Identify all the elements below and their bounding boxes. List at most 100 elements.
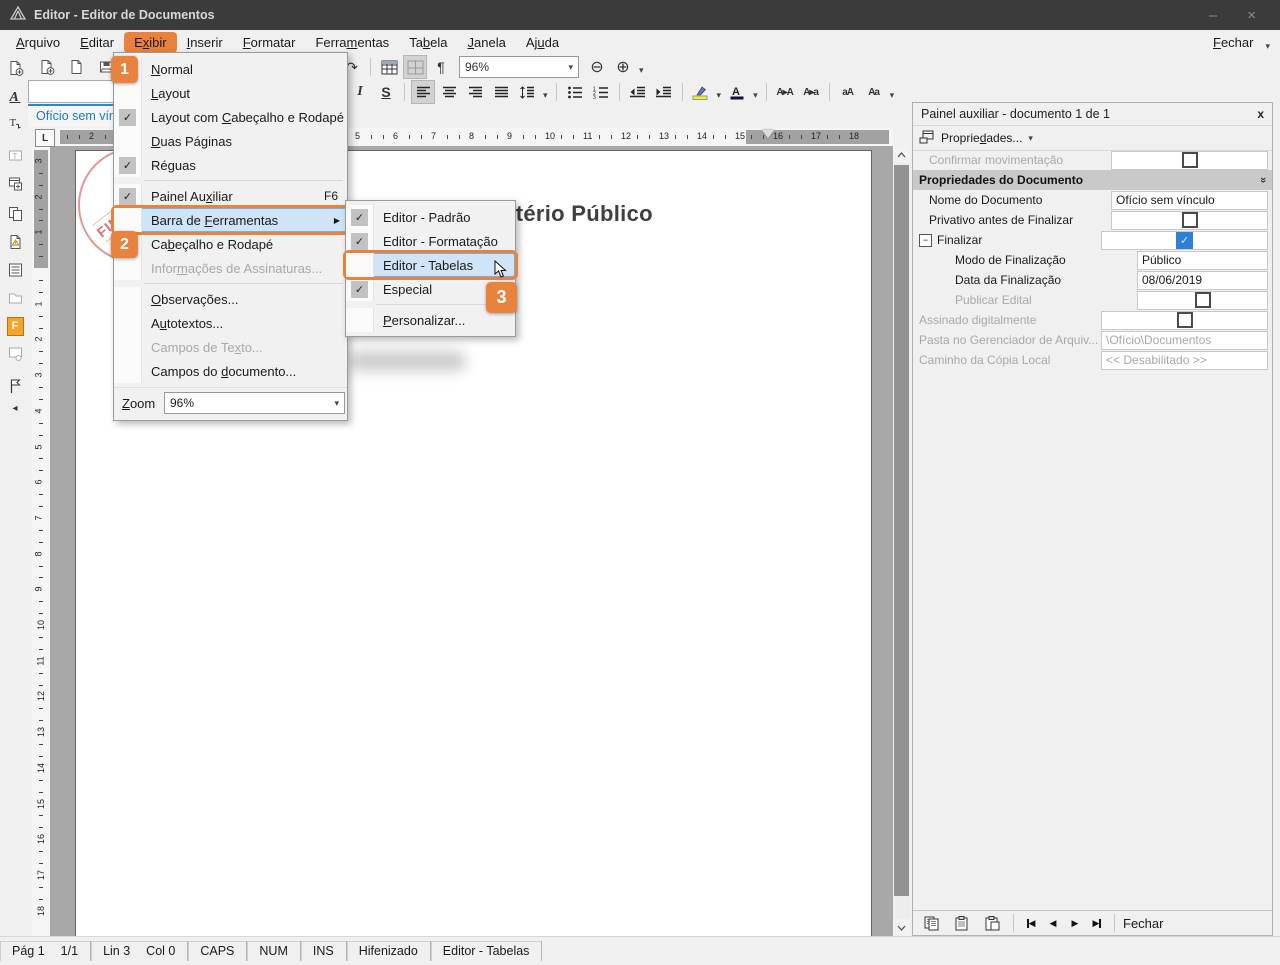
- toggle-case-button[interactable]: aA: [836, 80, 860, 104]
- chevron-down-icon[interactable]: ▾: [751, 90, 760, 101]
- menu-item-autotextos[interactable]: Autotextos...: [114, 311, 347, 335]
- property-value-cell[interactable]: [1101, 311, 1268, 330]
- hyphenation-indicator[interactable]: Hifenizado: [347, 941, 431, 961]
- property-value-cell[interactable]: [1111, 211, 1268, 230]
- property-value-cell[interactable]: \Ofício\Documentos: [1101, 331, 1268, 350]
- menu-item-reguas[interactable]: ✓Réguas: [114, 153, 347, 177]
- active-toolbar-indicator[interactable]: Editor - Tabelas: [431, 941, 543, 961]
- ruler-indent-marker[interactable]: [762, 130, 774, 138]
- formatting-marks-button[interactable]: ¶: [429, 55, 453, 79]
- num-indicator[interactable]: NUM: [247, 941, 300, 961]
- menu-formatar[interactable]: Formatar: [233, 32, 306, 53]
- lowercase-button[interactable]: A▸a: [799, 80, 823, 104]
- menu-item-cabecalho-e-rodape[interactable]: Cabeçalho e Rodapé: [114, 232, 347, 256]
- font-color-button[interactable]: A: [725, 80, 749, 104]
- menu-arquivo[interactable]: Arquivo: [6, 32, 70, 53]
- menu-item-informacoes-de-assinaturas[interactable]: Informações de Assinaturas...: [114, 256, 347, 280]
- close-button[interactable]: ×: [1247, 7, 1256, 24]
- chevron-down-icon[interactable]: ▾: [568, 62, 573, 73]
- menu-item-barra-de-ferramentas[interactable]: Barra de Ferramentas▶: [114, 208, 347, 232]
- insert-table-button[interactable]: [377, 55, 401, 79]
- menu-tabela[interactable]: Tabela: [399, 32, 457, 53]
- vertical-scrollbar[interactable]: [893, 146, 910, 936]
- paste-icon[interactable]: [949, 910, 975, 936]
- line-col-indicator[interactable]: Lin 3Col 0: [91, 941, 188, 961]
- menu-inserir[interactable]: Inserir: [177, 32, 233, 53]
- slide-disabled-icon[interactable]: T: [2, 143, 28, 169]
- property-value-cell[interactable]: [1137, 291, 1268, 310]
- fonts-icon[interactable]: A: [2, 83, 28, 109]
- align-left-button[interactable]: [411, 80, 435, 104]
- toolbar-overflow-icon[interactable]: ▾: [637, 65, 646, 76]
- scrollbar-thumb[interactable]: [894, 165, 909, 896]
- property-value-cell[interactable]: Público: [1137, 251, 1268, 270]
- checkbox-empty[interactable]: [1177, 312, 1193, 328]
- collapse-expander-icon[interactable]: −: [919, 234, 932, 247]
- section-chevron-icon[interactable]: »: [1257, 177, 1269, 183]
- text-select-icon[interactable]: T: [2, 111, 28, 137]
- zoom-in-button[interactable]: ⊕: [611, 55, 635, 79]
- menu-item-duas-paginas[interactable]: Duas Páginas: [114, 129, 347, 153]
- menu-item-normal[interactable]: Normal: [114, 57, 347, 81]
- toolbar-overflow-icon[interactable]: ▾: [1265, 41, 1270, 52]
- menu-ferramentas[interactable]: Ferramentas: [305, 32, 399, 53]
- zoom-combobox[interactable]: 96%▾: [164, 392, 345, 414]
- menu-item-campos-do-documento[interactable]: Campos do documento...: [114, 359, 347, 383]
- increase-indent-button[interactable]: [652, 80, 676, 104]
- chevron-down-icon[interactable]: ▾: [541, 90, 550, 101]
- folder-disabled-icon[interactable]: [2, 285, 28, 311]
- menu-item-campos-de-texto[interactable]: Campos de Texto...: [114, 335, 347, 359]
- property-value-cell[interactable]: << Desabilitado >>: [1101, 351, 1268, 370]
- document-warning-icon[interactable]: [2, 229, 28, 255]
- chevron-down-icon[interactable]: ▾: [715, 90, 724, 101]
- panel-fechar-button[interactable]: Fechar: [1123, 916, 1163, 931]
- property-value-cell[interactable]: 08/06/2019: [1137, 271, 1268, 290]
- justify-button[interactable]: [489, 80, 513, 104]
- align-center-button[interactable]: [437, 80, 461, 104]
- scroll-up-icon[interactable]: [893, 146, 910, 163]
- new-window-icon[interactable]: [2, 171, 28, 197]
- menu-editar[interactable]: Editar: [70, 32, 124, 53]
- panel-close-button[interactable]: x: [1257, 107, 1264, 121]
- property-value-cell[interactable]: ✓: [1101, 231, 1268, 250]
- menu-item-painel-auxiliar[interactable]: ✓Painel AuxiliarF6: [114, 184, 347, 208]
- menu-janela[interactable]: Janela: [458, 32, 516, 53]
- collapse-panel-icon[interactable]: ◂: [2, 401, 28, 415]
- page-indicator[interactable]: Pág 11/1: [0, 941, 91, 961]
- export-plus-document-icon[interactable]: [2, 55, 28, 81]
- toolbar-overflow-icon[interactable]: ▾: [888, 90, 897, 101]
- submenu-item-editor-padrao[interactable]: ✓Editor - Padrão: [346, 205, 515, 229]
- highlight-color-button[interactable]: [689, 80, 713, 104]
- finalize-document-icon[interactable]: F: [2, 313, 28, 339]
- submenu-item-editor-tabelas[interactable]: Editor - Tabelas: [346, 253, 515, 277]
- caps-indicator[interactable]: CAPS: [188, 941, 247, 961]
- swap-case-button[interactable]: Aa: [862, 80, 886, 104]
- checkbox-empty[interactable]: [1195, 292, 1211, 308]
- menu-exibir[interactable]: Exibir: [124, 32, 177, 53]
- checkbox-empty[interactable]: [1182, 152, 1198, 168]
- chevron-down-icon[interactable]: ▾: [334, 398, 339, 409]
- bullet-list-button[interactable]: [563, 80, 587, 104]
- menu-item-layout-com-cabecalho-e-rodape[interactable]: ✓Layout com Cabeçalho e Rodapé: [114, 105, 347, 129]
- next-document-button[interactable]: ▶: [1066, 915, 1084, 931]
- copy-document-icon[interactable]: [919, 910, 945, 936]
- menu-ajuda[interactable]: Ajuda: [516, 32, 569, 53]
- copy-document-icon[interactable]: [2, 201, 28, 227]
- certificate-disabled-icon[interactable]: [2, 341, 28, 367]
- list-view-icon[interactable]: [2, 257, 28, 283]
- last-document-button[interactable]: ▶: [1088, 915, 1106, 931]
- menu-item-layout[interactable]: Layout: [114, 81, 347, 105]
- table-borders-button[interactable]: [403, 55, 427, 79]
- uppercase-button[interactable]: A▸A: [773, 80, 797, 104]
- zoom-out-button[interactable]: ⊖: [585, 55, 609, 79]
- minimize-button[interactable]: –: [1209, 7, 1217, 24]
- zoom-combobox[interactable]: 96% ▾: [459, 56, 579, 78]
- submenu-item-editor-formatacao[interactable]: ✓Editor - Formatação: [346, 229, 515, 253]
- new-document-icon[interactable]: [34, 55, 58, 79]
- chevron-down-icon[interactable]: ▾: [1028, 133, 1033, 144]
- blank-page-icon[interactable]: [64, 55, 88, 79]
- first-document-button[interactable]: ◀: [1022, 915, 1040, 931]
- property-value-cell[interactable]: Ofício sem vínculo: [1111, 191, 1268, 210]
- properties-button[interactable]: Propriedades...: [941, 131, 1022, 145]
- decrease-indent-button[interactable]: [626, 80, 650, 104]
